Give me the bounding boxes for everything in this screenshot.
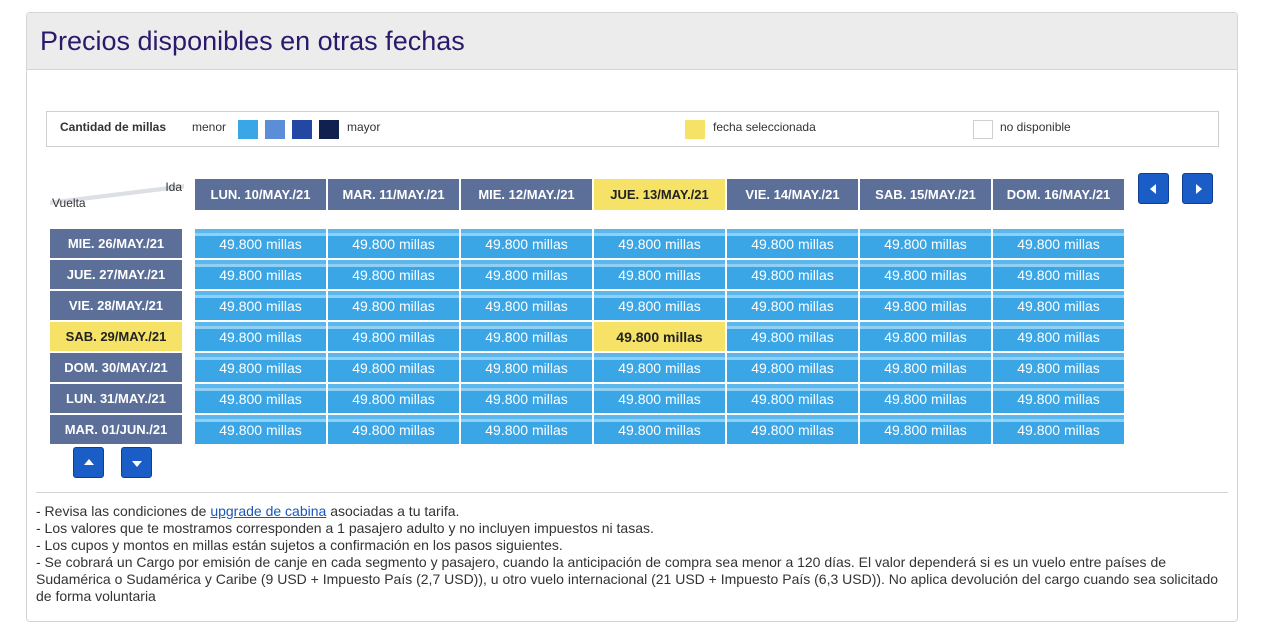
price-cell[interactable]: 49.800 millas [594, 384, 725, 413]
price-cell[interactable]: 49.800 millas [195, 229, 326, 258]
column-header-outbound-date[interactable]: MAR. 11/MAY./21 [328, 179, 459, 210]
grid-corner: Ida Vuelta [50, 179, 184, 210]
next-week-button[interactable] [1182, 173, 1213, 204]
price-cell[interactable]: 49.800 millas [860, 322, 991, 351]
legend-swatch-4 [319, 120, 339, 139]
price-cell[interactable]: 49.800 millas [328, 229, 459, 258]
legend-swatch-2 [265, 120, 285, 139]
arrow-up-icon [83, 458, 94, 465]
row-header-return-date[interactable]: JUE. 27/MAY./21 [50, 260, 182, 289]
note-1-prefix: - Revisa las condiciones de [36, 503, 211, 519]
price-cell[interactable]: 49.800 millas [727, 260, 858, 289]
price-cell[interactable]: 49.800 millas [860, 384, 991, 413]
price-cell[interactable]: 49.800 millas [993, 415, 1124, 444]
legend-high-label: mayor [347, 120, 381, 134]
price-cell[interactable]: 49.800 millas [993, 229, 1124, 258]
price-cell[interactable]: 49.800 millas [860, 260, 991, 289]
legend-selected-label: fecha seleccionada [713, 120, 816, 134]
price-cell[interactable]: 49.800 millas [195, 415, 326, 444]
price-cell[interactable]: 49.800 millas [461, 415, 592, 444]
price-cell[interactable]: 49.800 millas [328, 353, 459, 382]
row-header-return-date[interactable]: DOM. 30/MAY./21 [50, 353, 182, 382]
price-cell[interactable]: 49.800 millas [993, 353, 1124, 382]
row-header-return-date[interactable]: VIE. 28/MAY./21 [50, 291, 182, 320]
price-cell[interactable]: 49.800 millas [727, 415, 858, 444]
price-cell[interactable]: 49.800 millas [328, 415, 459, 444]
panel-title: Precios disponibles en otras fechas [40, 25, 465, 56]
price-cell[interactable]: 49.800 millas [727, 229, 858, 258]
next-return-week-button[interactable] [121, 447, 152, 478]
legend-swatch-3 [292, 120, 312, 139]
price-cell[interactable]: 49.800 millas [328, 322, 459, 351]
price-cell[interactable]: 49.800 millas [860, 353, 991, 382]
price-cell[interactable]: 49.800 millas [993, 260, 1124, 289]
legend-selected-swatch [685, 120, 705, 139]
row-header-return-date[interactable]: SAB. 29/MAY./21 [50, 322, 182, 351]
panel-header: Precios disponibles en otras fechas [27, 13, 1237, 70]
column-header-outbound-date[interactable]: MIE. 12/MAY./21 [461, 179, 592, 210]
legend-unavailable-swatch [973, 120, 993, 139]
price-cell[interactable]: 49.800 millas [461, 229, 592, 258]
note-1-suffix: asociadas a tu tarifa. [326, 503, 460, 519]
price-cell[interactable]: 49.800 millas [594, 260, 725, 289]
price-cell[interactable]: 49.800 millas [328, 291, 459, 320]
row-header-return-date[interactable]: MAR. 01/JUN./21 [50, 415, 182, 444]
price-cell[interactable]: 49.800 millas [195, 260, 326, 289]
price-cell[interactable]: 49.800 millas [727, 353, 858, 382]
price-cell[interactable]: 49.800 millas [993, 384, 1124, 413]
price-cell[interactable]: 49.800 millas [727, 291, 858, 320]
price-cell[interactable]: 49.800 millas [461, 260, 592, 289]
price-cell[interactable]: 49.800 millas [461, 384, 592, 413]
column-header-outbound-date[interactable]: SAB. 15/MAY./21 [860, 179, 991, 210]
ida-label: Ida [165, 180, 182, 194]
arrow-right-icon [1195, 183, 1202, 194]
price-cell[interactable]: 49.800 millas [461, 353, 592, 382]
price-cell[interactable]: 49.800 millas [993, 291, 1124, 320]
upgrade-cabin-link[interactable]: upgrade de cabina [210, 503, 326, 519]
price-cell[interactable]: 49.800 millas [727, 384, 858, 413]
arrow-left-icon [1149, 183, 1156, 194]
prev-week-button[interactable] [1138, 173, 1169, 204]
price-cell[interactable]: 49.800 millas [195, 291, 326, 320]
column-header-outbound-date[interactable]: DOM. 16/MAY./21 [993, 179, 1124, 210]
price-cell[interactable]: 49.800 millas [195, 322, 326, 351]
price-cell[interactable]: 49.800 millas [328, 260, 459, 289]
price-cell[interactable]: 49.800 millas [195, 353, 326, 382]
price-cell-selected[interactable]: 49.800 millas [594, 322, 725, 351]
price-cell[interactable]: 49.800 millas [860, 291, 991, 320]
arrow-down-icon [131, 460, 142, 467]
prices-panel: Precios disponibles en otras fechas Cant… [26, 12, 1238, 622]
note-1: - Revisa las condiciones de upgrade de c… [36, 503, 1228, 520]
vuelta-label: Vuelta [52, 196, 86, 210]
row-header-return-date[interactable]: LUN. 31/MAY./21 [50, 384, 182, 413]
legend-title: Cantidad de millas [60, 120, 167, 134]
price-cell[interactable]: 49.800 millas [594, 353, 725, 382]
price-cell[interactable]: 49.800 millas [860, 229, 991, 258]
legend-unavailable-label: no disponible [1000, 120, 1071, 134]
price-cell[interactable]: 49.800 millas [195, 384, 326, 413]
price-cell[interactable]: 49.800 millas [461, 322, 592, 351]
column-header-outbound-date[interactable]: JUE. 13/MAY./21 [594, 179, 725, 210]
price-cell[interactable]: 49.800 millas [594, 291, 725, 320]
legend-low-label: menor [192, 120, 227, 134]
price-cell[interactable]: 49.800 millas [461, 291, 592, 320]
prev-return-week-button[interactable] [73, 447, 104, 478]
column-header-outbound-date[interactable]: VIE. 14/MAY./21 [727, 179, 858, 210]
note-4: - Se cobrará un Cargo por emisión de can… [36, 554, 1219, 604]
price-cell[interactable]: 49.800 millas [328, 384, 459, 413]
legend-swatch-1 [238, 120, 258, 139]
note-3: - Los cupos y montos en millas están suj… [36, 537, 563, 553]
price-cell[interactable]: 49.800 millas [594, 415, 725, 444]
note-2: - Los valores que te mostramos correspon… [36, 520, 654, 536]
notes: - Revisa las condiciones de upgrade de c… [36, 492, 1228, 605]
column-header-outbound-date[interactable]: LUN. 10/MAY./21 [195, 179, 326, 210]
price-cell[interactable]: 49.800 millas [594, 229, 725, 258]
price-cell[interactable]: 49.800 millas [860, 415, 991, 444]
row-header-return-date[interactable]: MIE. 26/MAY./21 [50, 229, 182, 258]
legend: Cantidad de millas menor mayor fecha sel… [46, 111, 1219, 147]
price-cell[interactable]: 49.800 millas [727, 322, 858, 351]
price-cell[interactable]: 49.800 millas [993, 322, 1124, 351]
